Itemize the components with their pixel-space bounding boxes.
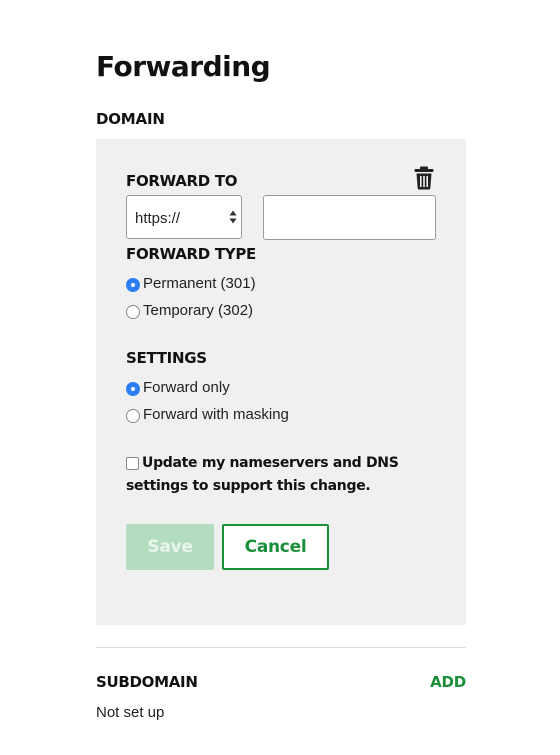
protocol-select[interactable]: https:// — [126, 195, 242, 239]
forward-type-label: FORWARD TYPE — [126, 245, 256, 263]
radio-label: Permanent (301) — [143, 274, 256, 292]
save-button[interactable]: Save — [126, 524, 214, 570]
page-title: Forwarding — [96, 50, 271, 83]
section-divider — [96, 647, 466, 648]
domain-forwarding-panel: FORWARD TO https:// FORWARD TYPE Permane… — [96, 139, 466, 625]
radio-forward-with-masking[interactable]: Forward with masking — [126, 404, 289, 424]
update-nameservers-label: Update my nameservers and DNS settings t… — [126, 455, 399, 494]
forward-url-input[interactable] — [263, 195, 436, 240]
radio-label: Forward only — [143, 378, 230, 396]
subdomain-status: Not set up — [96, 704, 165, 721]
protocol-select-value: https:// — [135, 210, 181, 227]
radio-forward-only[interactable]: Forward only — [126, 377, 230, 397]
cancel-button[interactable]: Cancel — [222, 524, 329, 570]
radio-button[interactable] — [126, 304, 140, 319]
add-subdomain-link[interactable]: ADD — [430, 673, 466, 691]
subdomain-section-label: SUBDOMAIN — [96, 673, 198, 691]
radio-button[interactable] — [126, 408, 140, 423]
radio-permanent-301[interactable]: Permanent (301) — [126, 273, 256, 293]
select-arrows-icon — [228, 209, 238, 225]
domain-section-label: DOMAIN — [96, 110, 165, 128]
trash-icon[interactable] — [414, 166, 434, 190]
update-nameservers-checkbox[interactable] — [126, 457, 139, 470]
radio-label: Forward with masking — [143, 405, 289, 423]
radio-button-checked[interactable] — [126, 381, 140, 396]
radio-button-checked[interactable] — [126, 277, 140, 292]
radio-label: Temporary (302) — [143, 301, 254, 319]
settings-label: SETTINGS — [126, 349, 207, 367]
forward-to-label: FORWARD TO — [126, 172, 238, 190]
radio-temporary-302[interactable]: Temporary (302) — [126, 300, 253, 320]
